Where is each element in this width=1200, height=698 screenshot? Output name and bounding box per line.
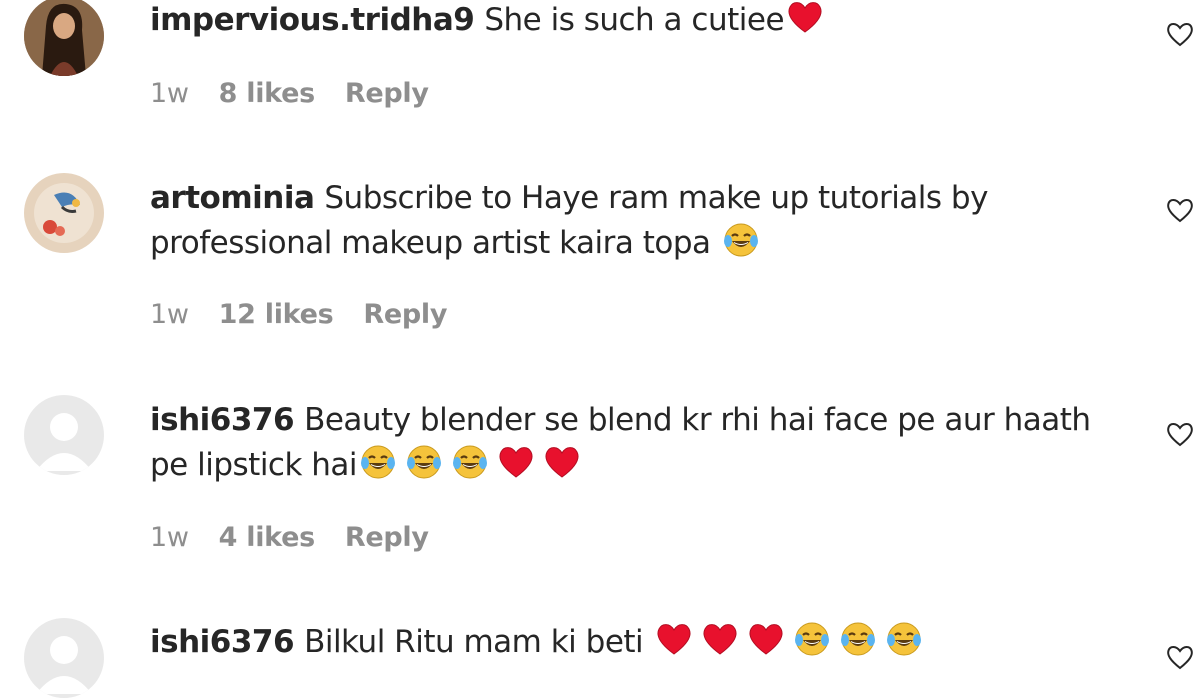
red-heart-icon: [497, 443, 535, 481]
comment-username[interactable]: artominia: [150, 180, 315, 216]
avatar[interactable]: [24, 618, 104, 698]
tears-of-joy-icon: [839, 620, 877, 658]
comment-username[interactable]: impervious.tridha9: [150, 2, 475, 38]
comment-text: Bilkul Ritu mam ki beti: [304, 624, 644, 660]
tears-of-joy-icon: [405, 443, 443, 481]
comment-username[interactable]: ishi6376: [150, 624, 295, 660]
tears-of-joy-icon: [359, 443, 397, 481]
red-heart-icon: [786, 0, 824, 36]
comment-likes[interactable]: 4 likes: [219, 522, 316, 553]
comment-likes[interactable]: 12 likes: [219, 299, 334, 330]
comment-time[interactable]: 1w: [150, 78, 189, 109]
comment-time[interactable]: 1w: [150, 299, 189, 330]
avatar-artwork-icon: [24, 173, 104, 253]
default-profile-icon: [24, 618, 104, 698]
avatar[interactable]: [24, 0, 104, 76]
red-heart-icon: [747, 620, 785, 658]
comment-username[interactable]: ishi6376: [150, 402, 295, 438]
avatar-photo-icon: [24, 0, 104, 76]
tears-of-joy-icon: [885, 620, 923, 658]
heart-outline-icon[interactable]: [1164, 194, 1196, 226]
heart-outline-icon[interactable]: [1164, 18, 1196, 50]
heart-outline-icon[interactable]: [1164, 418, 1196, 450]
comment-likes[interactable]: 8 likes: [219, 78, 316, 109]
reply-button[interactable]: Reply: [345, 78, 429, 109]
avatar[interactable]: [24, 173, 104, 253]
red-heart-icon: [543, 443, 581, 481]
tears-of-joy-icon: [793, 620, 831, 658]
reply-button[interactable]: Reply: [345, 522, 429, 553]
reply-button[interactable]: Reply: [363, 299, 447, 330]
tears-of-joy-icon: [722, 221, 760, 259]
tears-of-joy-icon: [451, 443, 489, 481]
default-profile-icon: [24, 395, 104, 475]
red-heart-icon: [655, 620, 693, 658]
comment-time[interactable]: 1w: [150, 522, 189, 553]
comment-text: She is such a cutiee: [484, 2, 785, 38]
heart-outline-icon[interactable]: [1164, 641, 1196, 673]
red-heart-icon: [701, 620, 739, 658]
avatar[interactable]: [24, 395, 104, 475]
